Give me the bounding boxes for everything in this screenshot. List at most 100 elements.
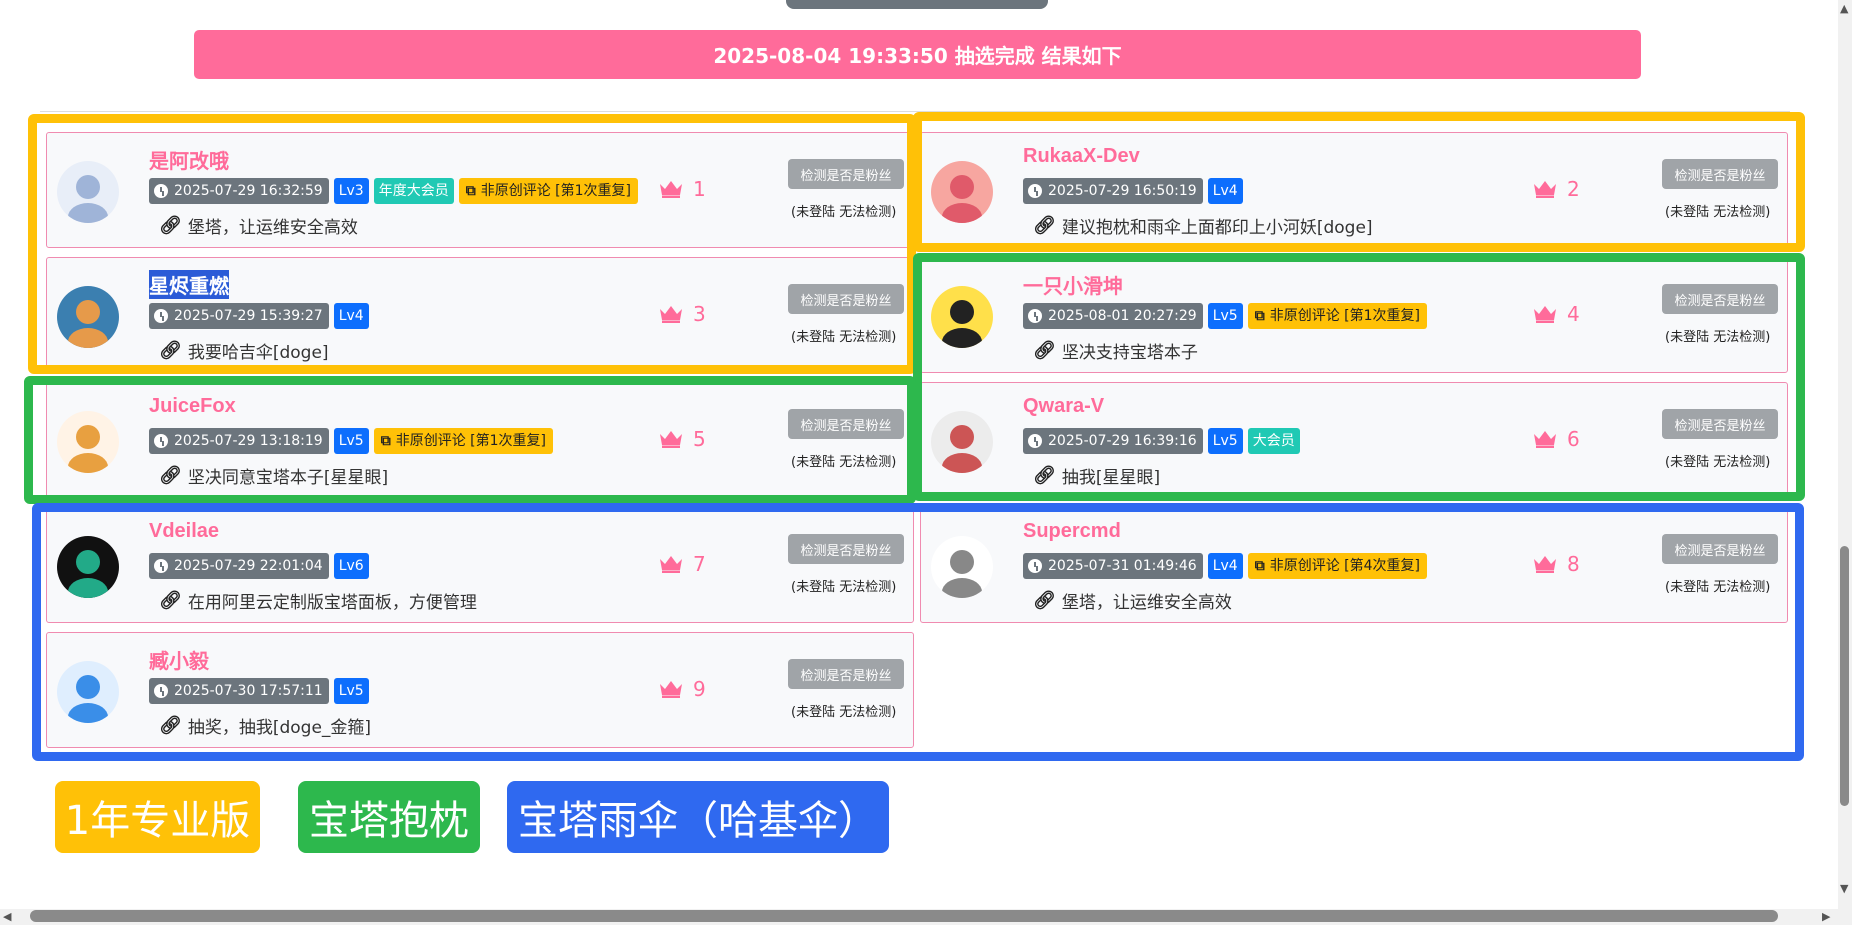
avatar[interactable]	[931, 286, 993, 348]
clock-icon	[1028, 559, 1042, 573]
comment: 🔗︎ 堡塔，让运维安全高效	[1033, 588, 1232, 613]
clock-icon	[154, 184, 168, 198]
check-fan-button[interactable]: 检测是否是粉丝	[1662, 409, 1778, 439]
comment-time: 2025-08-01 20:27:29	[1023, 303, 1203, 329]
comment-time: 2025-07-29 16:39:16	[1023, 428, 1203, 454]
winner-card: 星烬重燃 2025-07-29 15:39:27 Lv4 🔗︎ 我要哈吉伞[dog…	[46, 257, 914, 373]
comment-text: 我要哈吉伞[doge]	[187, 343, 329, 363]
username[interactable]: 是阿改哦	[149, 145, 229, 174]
clock-icon	[1028, 309, 1042, 323]
avatar[interactable]	[57, 536, 119, 598]
duplicate-warning-badge: ⧉ 非原创评论 [第1次重复]	[373, 428, 553, 454]
link-icon: 🔗︎	[159, 465, 182, 486]
check-fan-button[interactable]: 检测是否是粉丝	[1662, 159, 1778, 189]
level-badge: Lv4	[1207, 178, 1243, 204]
scroll-right-arrow[interactable]: ▶	[1822, 910, 1830, 923]
comment-time: 2025-07-29 22:01:04	[149, 553, 329, 579]
comment-meta: 2025-07-29 15:39:27 Lv4	[149, 303, 369, 329]
scroll-left-arrow[interactable]: ◀	[3, 910, 11, 923]
comment: 🔗︎ 我要哈吉伞[doge]	[159, 338, 329, 363]
login-note: (未登陆 无法检测)	[791, 705, 897, 720]
clock-icon	[1028, 434, 1042, 448]
duplicate-warning-text: 非原创评论 [第4次重复]	[1269, 558, 1420, 574]
username[interactable]: Supercmd	[1023, 520, 1121, 543]
link-icon: 🔗︎	[1033, 340, 1056, 361]
comment-meta: 2025-07-29 13:18:19 Lv5 ⧉ 非原创评论 [第1次重复]	[149, 428, 553, 454]
avatar[interactable]	[931, 411, 993, 473]
login-note: (未登陆 无法检测)	[791, 580, 897, 595]
winner-card: 是阿改哦 2025-07-29 16:32:59 Lv3 年度大会员 ⧉ 非原创评…	[46, 132, 914, 248]
crown-icon	[660, 306, 682, 323]
comment-time: 2025-07-29 13:18:19	[149, 428, 329, 454]
external-link-icon: ⧉	[380, 433, 391, 449]
check-fan-button[interactable]: 检测是否是粉丝	[1662, 284, 1778, 314]
comment-time-text: 2025-07-29 13:18:19	[174, 433, 323, 449]
crown-icon	[660, 181, 682, 198]
check-fan-button[interactable]: 检测是否是粉丝	[788, 409, 904, 439]
comment-time: 2025-07-31 01:49:46	[1023, 553, 1203, 579]
winner-card: Qwara-V 2025-07-29 16:39:16 Lv5 大会员 🔗︎ 抽我…	[920, 382, 1788, 498]
comment-meta: 2025-07-29 16:50:19 Lv4	[1023, 178, 1243, 204]
clock-icon	[154, 309, 168, 323]
comment-text: 坚决支持宝塔本子	[1061, 343, 1198, 363]
login-note: (未登陆 无法检测)	[1665, 330, 1771, 345]
duplicate-warning-badge: ⧉ 非原创评论 [第4次重复]	[1247, 553, 1427, 579]
horizontal-scroll-thumb[interactable]	[30, 910, 1778, 922]
duplicate-warning-text: 非原创评论 [第1次重复]	[1269, 308, 1420, 324]
rank: 9	[659, 677, 706, 701]
check-fan-button[interactable]: 检测是否是粉丝	[788, 534, 904, 564]
link-icon: 🔗︎	[1033, 465, 1056, 486]
rank: 8	[1533, 552, 1580, 576]
username[interactable]: Qwara-V	[1023, 395, 1104, 418]
comment: 🔗︎ 坚决支持宝塔本子	[1033, 338, 1198, 363]
level-badge: Lv4	[1207, 553, 1243, 579]
rank-number: 4	[1567, 302, 1580, 326]
rank-number: 5	[693, 427, 706, 451]
login-note: (未登陆 无法检测)	[791, 455, 897, 470]
check-fan-button[interactable]: 检测是否是粉丝	[1662, 534, 1778, 564]
username[interactable]: 臧小毅	[149, 645, 209, 674]
comment-time-text: 2025-07-31 01:49:46	[1048, 558, 1197, 574]
username[interactable]: Vdeilae	[149, 520, 219, 543]
collapse-handle[interactable]	[786, 0, 1048, 9]
duplicate-warning-badge: ⧉ 非原创评论 [第1次重复]	[1247, 303, 1427, 329]
rank-number: 3	[693, 302, 706, 326]
crown-icon	[660, 681, 682, 698]
login-note: (未登陆 无法检测)	[1665, 205, 1771, 220]
check-fan-button[interactable]: 检测是否是粉丝	[788, 659, 904, 689]
username[interactable]: 星烬重燃	[149, 270, 229, 299]
comment-meta: 2025-07-29 22:01:04 Lv6	[149, 553, 369, 579]
rank-number: 1	[693, 177, 706, 201]
avatar[interactable]	[57, 286, 119, 348]
link-icon: 🔗︎	[159, 340, 182, 361]
prize-label-pro: 1年专业版	[55, 781, 260, 853]
rank-number: 7	[693, 552, 706, 576]
avatar[interactable]	[931, 161, 993, 223]
check-fan-button[interactable]: 检测是否是粉丝	[788, 159, 904, 189]
avatar[interactable]	[57, 411, 119, 473]
comment-meta: 2025-07-31 01:49:46 Lv4 ⧉ 非原创评论 [第4次重复]	[1023, 553, 1427, 579]
avatar[interactable]	[57, 661, 119, 723]
rank: 2	[1533, 177, 1580, 201]
vertical-scroll-thumb[interactable]	[1840, 546, 1849, 806]
avatar[interactable]	[931, 536, 993, 598]
vip-badge: 大会员	[1247, 428, 1300, 454]
username[interactable]: RukaaX-Dev	[1023, 145, 1140, 168]
rank-number: 6	[1567, 427, 1580, 451]
login-note: (未登陆 无法检测)	[791, 205, 897, 220]
prize-label-umbrella: 宝塔雨伞（哈基伞）	[507, 781, 889, 853]
comment-time-text: 2025-07-29 16:32:59	[174, 183, 323, 199]
username[interactable]: JuiceFox	[149, 395, 236, 418]
comment-text: 抽奖，抽我[doge_金箍]	[187, 718, 372, 738]
check-fan-button[interactable]: 检测是否是粉丝	[788, 284, 904, 314]
duplicate-warning-text: 非原创评论 [第1次重复]	[480, 183, 631, 199]
comment-time-text: 2025-07-30 17:57:11	[174, 683, 323, 699]
scroll-down-arrow[interactable]: ▼	[1840, 882, 1848, 895]
scroll-up-arrow[interactable]: ▲	[1840, 2, 1848, 15]
avatar[interactable]	[57, 161, 119, 223]
comment-time-text: 2025-07-29 16:39:16	[1048, 433, 1197, 449]
comment-meta: 2025-07-29 16:32:59 Lv3 年度大会员 ⧉ 非原创评论 [第1…	[149, 178, 638, 204]
comment-time: 2025-07-29 16:50:19	[1023, 178, 1203, 204]
comment-meta: 2025-07-30 17:57:11 Lv5	[149, 678, 369, 704]
username[interactable]: 一只小滑坤	[1023, 270, 1123, 299]
